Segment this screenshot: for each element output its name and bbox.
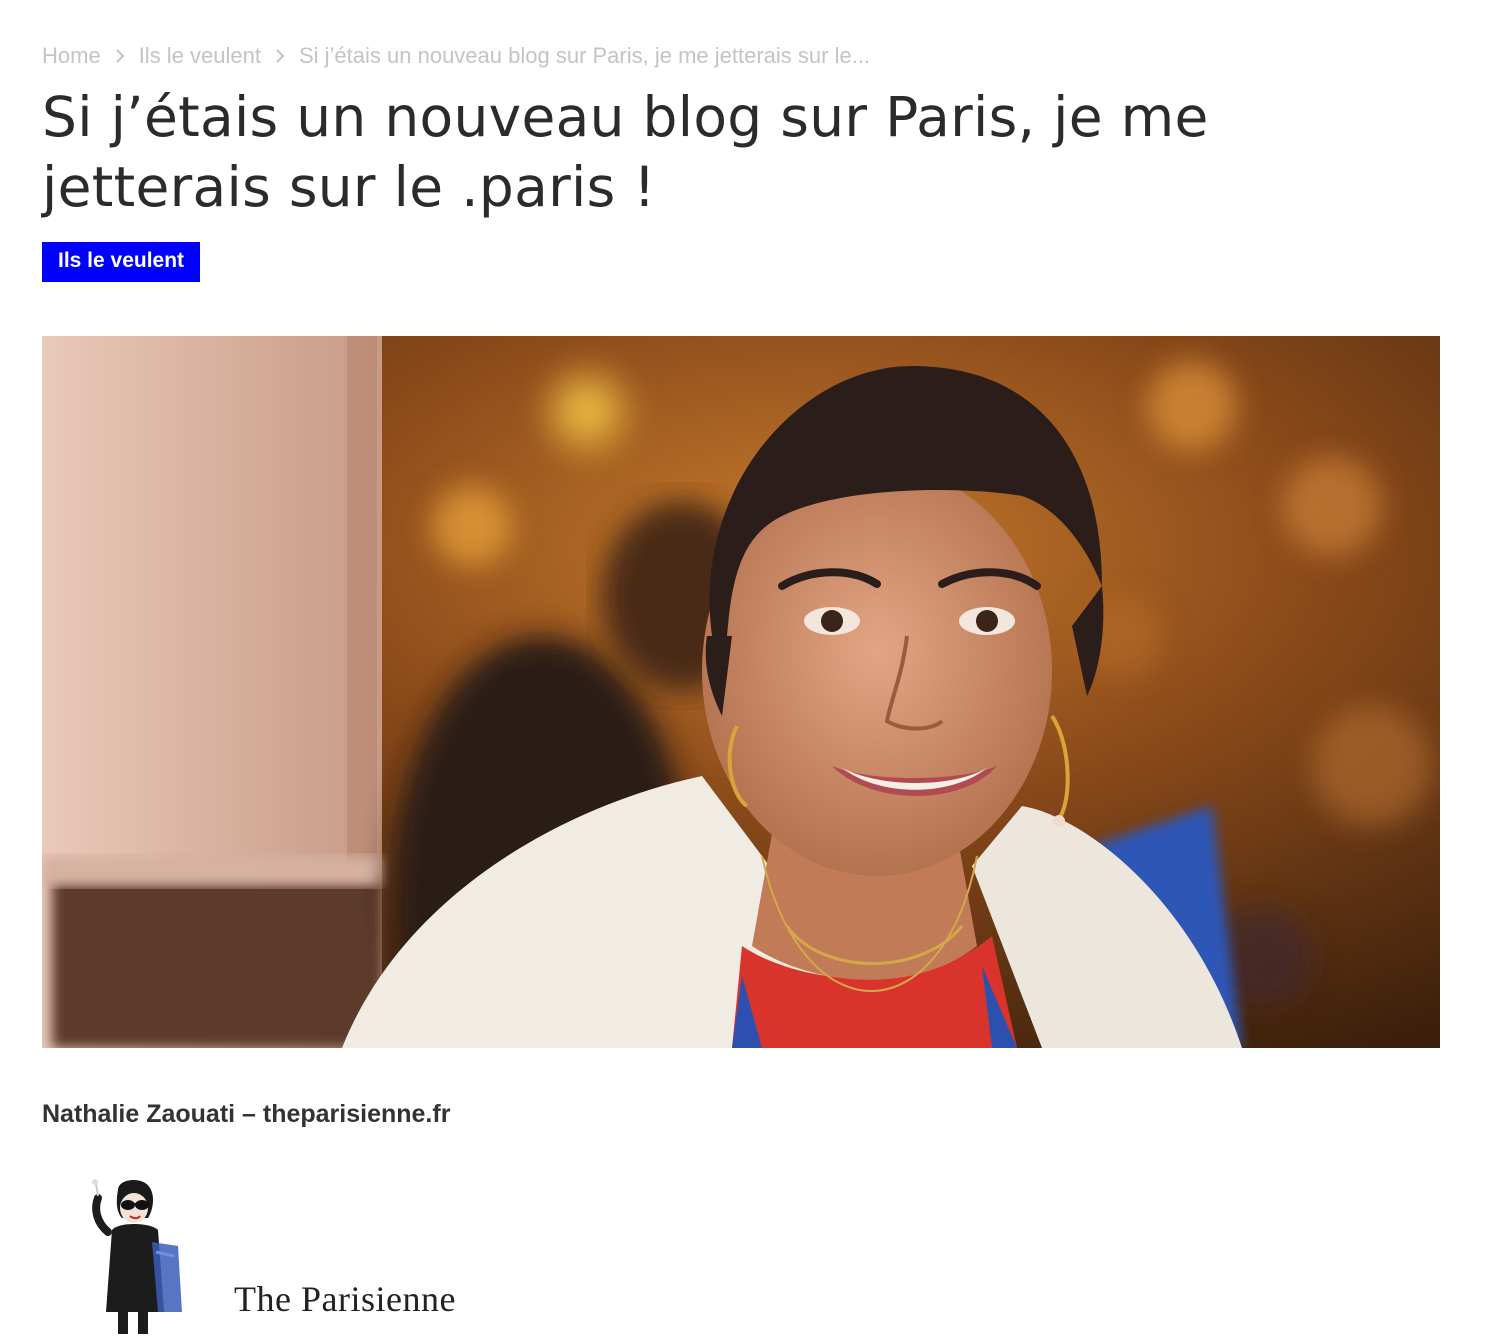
logo-text: The Parisienne [234, 1279, 456, 1319]
chevron-right-icon [261, 40, 299, 72]
page-title: Si j’étais un nouveau blog sur Paris, je… [42, 85, 1209, 219]
breadcrumb-home-link[interactable]: Home [42, 43, 101, 69]
breadcrumb-current: Si j’étais un nouveau blog sur Paris, je… [298, 43, 871, 68]
image-caption: Nathalie Zaouati – theparisienne.fr [42, 1100, 451, 1128]
the-parisienne-logo: The Parisienne [78, 1172, 548, 1336]
parisienne-illustration-icon [92, 1179, 182, 1334]
featured-image [42, 336, 1440, 1048]
breadcrumb-category-link[interactable]: Ils le veulent [139, 43, 261, 69]
category-badge[interactable]: Ils le veulent [42, 242, 201, 282]
breadcrumb: Home Ils le veulent Si j’étais un nouvea… [42, 40, 870, 72]
chevron-right-icon [101, 40, 139, 72]
